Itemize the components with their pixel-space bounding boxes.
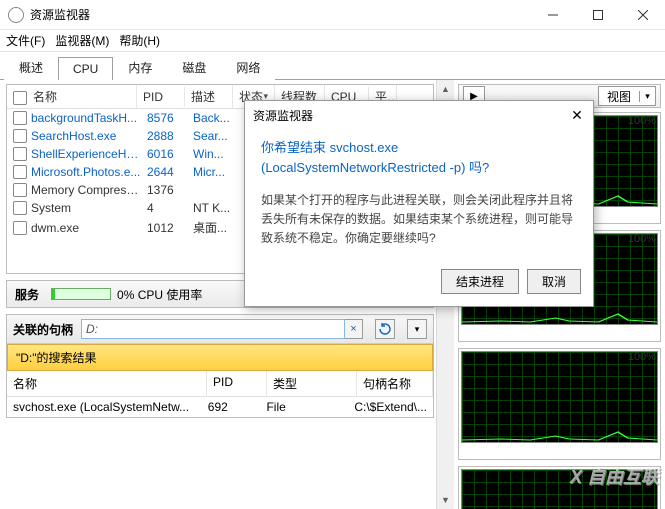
graph-line — [462, 422, 657, 442]
process-desc: Sear... — [189, 129, 249, 143]
dropdown-icon: ▾ — [639, 91, 655, 102]
col-desc[interactable]: 描述 — [185, 85, 233, 108]
app-icon — [8, 7, 24, 23]
process-name: backgroundTaskH... — [31, 111, 141, 125]
handles-panel: 关联的句柄 × ▾ "D:"的搜索结果 名称 PID 类型 句柄名称 svcho… — [6, 314, 434, 418]
menubar: 文件(F) 监视器(M) 帮助(H) — [0, 30, 665, 52]
chevron-down-icon: ▾ — [415, 324, 420, 335]
confirm-dialog: 资源监视器 ✕ 你希望结束 svchost.exe (LocalSystemNe… — [244, 100, 594, 307]
refresh-icon — [379, 323, 391, 335]
process-pid: 1012 — [141, 221, 189, 235]
process-pid: 6016 — [141, 147, 189, 161]
maximize-button[interactable] — [575, 0, 620, 30]
row-checkbox[interactable] — [13, 183, 27, 197]
process-name: Microsoft.Photos.e... — [31, 165, 141, 179]
dialog-body: 如果某个打开的程序与此进程关联，则会关闭此程序并且将丢失所有未保存的数据。如果结… — [245, 185, 593, 261]
clear-search-button[interactable]: × — [345, 319, 363, 339]
dialog-question: 你希望结束 svchost.exe (LocalSystemNetworkRes… — [245, 130, 593, 185]
graph-line — [462, 304, 657, 324]
handles-expand-button[interactable]: ▾ — [407, 319, 427, 339]
cancel-button[interactable]: 取消 — [527, 269, 581, 294]
process-name: dwm.exe — [31, 221, 141, 235]
usage-label: 0% CPU 使用率 — [117, 286, 202, 303]
tab-disk[interactable]: 磁盘 — [167, 54, 221, 80]
process-pid: 2888 — [141, 129, 189, 143]
row-checkbox[interactable] — [13, 221, 27, 235]
hcol-handle[interactable]: 句柄名称 — [357, 371, 433, 396]
handles-rows: svchost.exe (LocalSystemNetw...692FileC:… — [7, 397, 433, 417]
handle-path: C:\$Extend\... — [348, 400, 433, 414]
titlebar: 资源监视器 — [0, 0, 665, 30]
scroll-down-icon[interactable]: ▼ — [437, 491, 454, 509]
handle-name: svchost.exe (LocalSystemNetw... — [7, 400, 202, 414]
close-button[interactable] — [620, 0, 665, 30]
hcol-type[interactable]: 类型 — [267, 371, 357, 396]
process-desc: 桌面... — [189, 219, 249, 236]
view-select[interactable]: 视图 ▾ — [598, 86, 656, 106]
handles-search-input[interactable] — [81, 319, 345, 339]
menu-file[interactable]: 文件(F) — [6, 32, 45, 49]
handles-columns: 名称 PID 类型 句柄名称 — [7, 371, 433, 397]
cpu-graph: 100% — [458, 348, 661, 460]
search-go-button[interactable] — [375, 319, 395, 339]
hcol-pid[interactable]: PID — [207, 371, 267, 396]
handle-pid: 692 — [202, 400, 261, 414]
process-name: ShellExperienceHo... — [31, 147, 141, 161]
process-name: SearchHost.exe — [31, 129, 141, 143]
process-name: Memory Compress... — [31, 183, 141, 197]
row-checkbox[interactable] — [13, 111, 27, 125]
window-title: 资源监视器 — [30, 6, 530, 23]
end-process-button[interactable]: 结束进程 — [441, 269, 519, 294]
services-title: 服务 — [15, 286, 39, 303]
process-pid: 4 — [141, 201, 189, 215]
process-desc: Micr... — [189, 165, 249, 179]
tab-network[interactable]: 网络 — [221, 54, 275, 80]
tab-memory[interactable]: 内存 — [113, 54, 167, 80]
dialog-title: 资源监视器 — [253, 107, 569, 124]
tab-bar: 概述 CPU 内存 磁盘 网络 — [0, 52, 665, 80]
col-pid[interactable]: PID — [137, 87, 185, 107]
process-pid: 8576 — [141, 111, 189, 125]
process-desc: Back... — [189, 111, 249, 125]
usage-bar — [51, 288, 111, 300]
process-desc: NT K... — [189, 201, 249, 215]
tab-overview[interactable]: 概述 — [4, 54, 58, 80]
col-name[interactable]: 名称 — [33, 90, 57, 104]
row-checkbox[interactable] — [13, 201, 27, 215]
handles-title: 关联的句柄 — [13, 321, 73, 338]
scroll-up-icon[interactable]: ▲ — [437, 80, 454, 98]
dialog-close-button[interactable]: ✕ — [569, 107, 585, 124]
view-label: 视图 — [599, 88, 639, 105]
process-name: System — [31, 201, 141, 215]
process-desc: Win... — [189, 147, 249, 161]
row-checkbox[interactable] — [13, 147, 27, 161]
graph-scale: 100% — [628, 351, 656, 363]
handle-type: File — [260, 400, 348, 414]
tab-cpu[interactable]: CPU — [58, 57, 113, 80]
menu-monitor[interactable]: 监视器(M) — [55, 32, 109, 49]
row-checkbox[interactable] — [13, 129, 27, 143]
menu-help[interactable]: 帮助(H) — [119, 32, 160, 49]
process-pid: 2644 — [141, 165, 189, 179]
handles-result-bar: "D:"的搜索结果 — [7, 344, 433, 371]
select-all-checkbox[interactable] — [13, 91, 27, 105]
handles-row[interactable]: svchost.exe (LocalSystemNetw...692FileC:… — [7, 397, 433, 417]
graph-scale: 100% — [628, 233, 656, 245]
graph-scale: 100% — [628, 469, 656, 481]
cpu-graph: CPU 0100% — [458, 466, 661, 509]
graph-scale: 100% — [628, 115, 656, 127]
row-checkbox[interactable] — [13, 165, 27, 179]
hcol-name[interactable]: 名称 — [7, 371, 207, 396]
process-pid: 1376 — [141, 183, 189, 197]
minimize-button[interactable] — [530, 0, 575, 30]
